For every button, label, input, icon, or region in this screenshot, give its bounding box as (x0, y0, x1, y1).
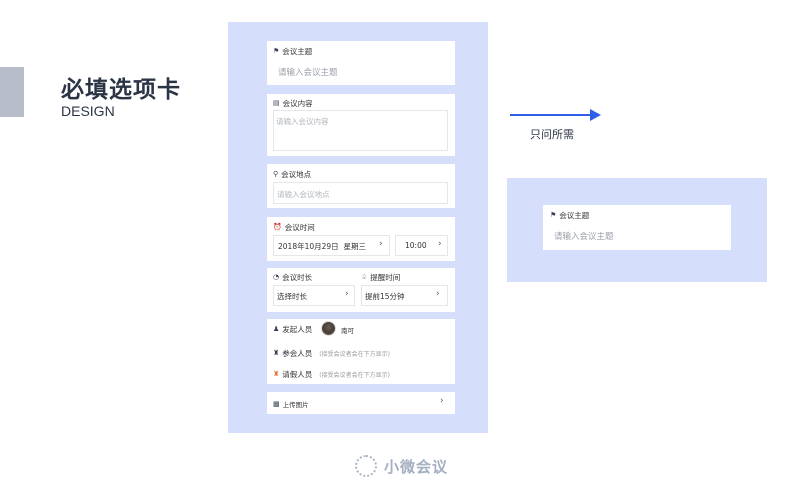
flag-icon: ⚑ (550, 211, 557, 219)
page-title: 必填选项卡 (61, 77, 181, 103)
time-card: ⏰ 会议时间 2018年10月29日 星期三 › 10:00 › (267, 217, 455, 261)
location-pin-icon: ⚲ (273, 170, 279, 178)
content-textarea[interactable]: 请输入会议内容 (273, 110, 448, 151)
annotation-label: 只问所需 (530, 128, 574, 141)
upload-label: ▩ 上传图片 (273, 399, 309, 409)
chevron-right-icon: › (438, 239, 442, 249)
duration-select[interactable]: 选择时长 › (273, 285, 355, 306)
bell-icon: ♤ (361, 273, 368, 281)
app-logo: 小微会议 (355, 455, 448, 477)
topic-label: ⚑ 会议主题 (273, 47, 313, 56)
upload-card[interactable]: ▩ 上传图片 › (267, 392, 455, 414)
attendees-row[interactable]: ♜ 参会人员 (接受会议者会在下方显示) (273, 348, 390, 359)
duration-label: ◔ 会议时长 (273, 273, 313, 282)
duration-reminder-card: ◔ 会议时长 ♤ 提醒时间 选择时长 › 提前15分钟 › (267, 268, 455, 312)
reminder-select[interactable]: 提前15分钟 › (361, 285, 448, 306)
logo-text: 小微会议 (384, 457, 449, 476)
content-card: ▤ 会议内容 请输入会议内容 (267, 94, 455, 156)
clock-value: 10:00 (405, 241, 427, 250)
people-card: ♟ 发起人员 南可 ♜ 参会人员 (接受会议者会在下方显示) ♜ 请假人员 (接… (267, 319, 455, 384)
logo-ring-icon (355, 455, 377, 477)
content-label: ▤ 会议内容 (273, 99, 313, 108)
chevron-right-icon: › (345, 289, 349, 299)
chevron-right-icon: › (436, 289, 440, 299)
initiator-label: ♟ 发起人员 (273, 325, 313, 334)
page-subtitle: DESIGN (61, 103, 115, 119)
weekday-value: 星期三 (343, 242, 366, 251)
document-icon: ▤ (273, 99, 280, 107)
date-picker[interactable]: 2018年10月29日 星期三 › (273, 235, 390, 256)
image-icon: ▩ (273, 399, 280, 408)
initiator-name: 南可 (341, 327, 354, 335)
time-label: ⏰ 会议时间 (273, 223, 315, 232)
location-label: ⚲ 会议地点 (273, 170, 312, 179)
chevron-right-icon: › (440, 396, 444, 406)
group-orange-icon: ♜ (273, 370, 280, 378)
alarm-clock-icon: ⏰ (273, 223, 282, 231)
time-picker[interactable]: 10:00 › (395, 235, 448, 256)
group-icon: ♜ (273, 349, 280, 357)
leave-row[interactable]: ♜ 请假人员 (接受会议者会在下方显示) (273, 369, 390, 380)
person-icon: ♟ (273, 325, 280, 333)
location-input[interactable]: 请输入会议地点 (273, 182, 448, 204)
date-value: 2018年10月29日 (278, 242, 339, 251)
arrow-line (510, 114, 592, 116)
avatar[interactable] (321, 321, 336, 336)
flag-icon: ⚑ (273, 47, 280, 55)
zoom-topic-card: ⚑ 会议主题 请输入会议主题 (543, 205, 731, 250)
arrow-right-icon (590, 109, 601, 121)
clock-icon: ◔ (273, 273, 280, 281)
zoom-topic-input[interactable]: 请输入会议主题 (554, 230, 614, 242)
location-card: ⚲ 会议地点 请输入会议地点 (267, 164, 455, 208)
zoom-topic-label: ⚑ 会议主题 (550, 211, 590, 220)
topic-card: ⚑ 会议主题 请输入会议主题 (267, 41, 455, 85)
decorative-gray-block (0, 67, 24, 117)
reminder-label: ♤ 提醒时间 (361, 273, 401, 282)
chevron-right-icon: › (379, 239, 383, 249)
topic-input[interactable]: 请输入会议主题 (278, 66, 338, 78)
